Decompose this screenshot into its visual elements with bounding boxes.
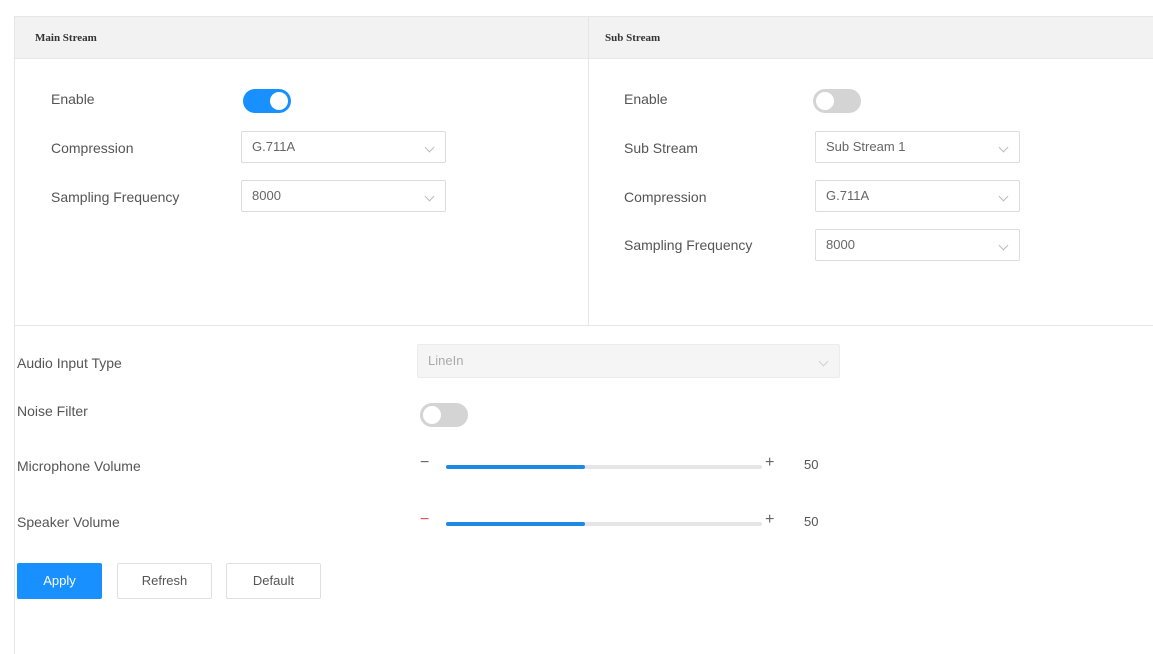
audio-input-type-value: LineIn [428,353,464,368]
sub-sampling-value: 8000 [826,237,855,252]
speaker-volume-label: Speaker Volume [17,514,120,530]
sub-compression-label: Compression [624,189,707,205]
audio-settings-frame: Main Stream Enable Compression G.711A Sa… [14,16,1153,654]
chevron-down-icon [818,356,829,367]
refresh-button[interactable]: Refresh [117,563,212,599]
main-enable-label: Enable [51,91,95,107]
mic-volume-slider[interactable]: − + 50 [420,454,830,476]
chevron-down-icon [998,191,1009,202]
speaker-volume-fill [446,522,586,526]
main-enable-toggle[interactable] [243,89,291,113]
audio-input-type-label: Audio Input Type [17,355,122,371]
noise-filter-label: Noise Filter [17,403,88,419]
noise-filter-toggle[interactable] [420,403,468,427]
sub-compression-select[interactable]: G.711A [815,180,1020,212]
chevron-down-icon [998,142,1009,153]
main-stream-panel: Main Stream Enable Compression G.711A Sa… [15,17,589,325]
mic-volume-label: Microphone Volume [17,458,141,474]
chevron-down-icon [998,240,1009,251]
sub-enable-toggle[interactable] [813,89,861,113]
mic-volume-value: 50 [804,457,819,472]
main-sampling-select[interactable]: 8000 [241,180,446,212]
divider [15,325,1153,326]
sub-sampling-select[interactable]: 8000 [815,229,1020,261]
main-compression-label: Compression [51,140,134,156]
main-stream-title: Main Stream [15,17,588,59]
sub-stream-panel: Sub Stream Enable Sub Stream Sub Stream … [589,17,1153,325]
main-compression-select[interactable]: G.711A [241,131,446,163]
sub-stream-title: Sub Stream [589,17,1153,59]
sub-substream-select[interactable]: Sub Stream 1 [815,131,1020,163]
sub-substream-value: Sub Stream 1 [826,139,906,154]
speaker-volume-slider[interactable]: − + 50 [420,511,830,533]
minus-icon[interactable]: − [420,511,429,529]
minus-icon[interactable]: − [420,454,429,472]
mic-volume-fill [446,465,586,469]
main-compression-value: G.711A [252,139,296,154]
toggle-knob [816,92,834,110]
sub-sampling-label: Sampling Frequency [624,237,753,253]
toggle-knob [270,92,288,110]
speaker-volume-value: 50 [804,514,819,529]
main-sampling-value: 8000 [252,188,281,203]
default-button[interactable]: Default [226,563,321,599]
sub-compression-value: G.711A [826,188,870,203]
sub-enable-label: Enable [624,91,668,107]
mic-volume-track[interactable] [446,465,762,469]
plus-icon[interactable]: + [765,511,774,529]
plus-icon[interactable]: + [765,454,774,472]
sub-substream-label: Sub Stream [624,140,698,156]
speaker-volume-track[interactable] [446,522,762,526]
chevron-down-icon [424,191,435,202]
audio-input-type-select[interactable]: LineIn [417,344,840,378]
chevron-down-icon [424,142,435,153]
main-sampling-label: Sampling Frequency [51,189,180,205]
apply-button[interactable]: Apply [17,563,102,599]
toggle-knob [423,406,441,424]
